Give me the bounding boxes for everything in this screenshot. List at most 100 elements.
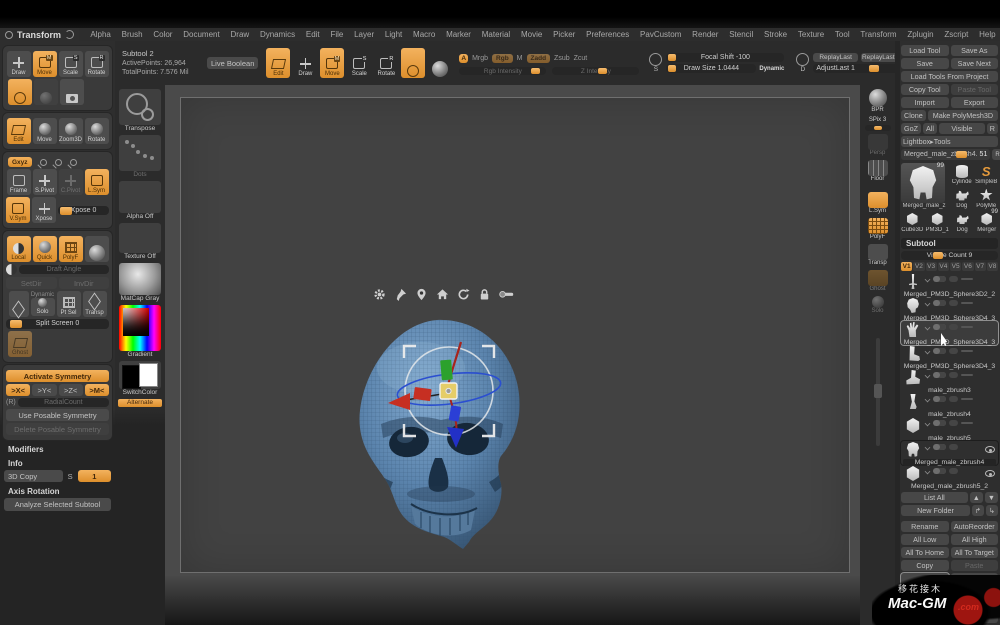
tab-v5[interactable]: V5 [950, 262, 961, 271]
switch-color[interactable]: SwitchColor [118, 361, 162, 397]
zadd-button[interactable]: Zadd [527, 54, 551, 63]
tab-v4[interactable]: V4 [938, 262, 949, 271]
autoreorder-button[interactable]: AutoReorder [951, 521, 999, 532]
menu-color[interactable]: Color [148, 30, 178, 39]
tray-divider[interactable] [895, 41, 900, 625]
copy-3d-button[interactable]: 3D Copy [4, 470, 63, 482]
polyframe-button[interactable]: PolyF [863, 218, 893, 241]
set-pivot-button[interactable]: S.Pivot [33, 169, 57, 195]
switch-icon[interactable] [499, 288, 515, 301]
split-screen-slider[interactable]: Split Screen 0 [6, 319, 109, 329]
viewport-canvas[interactable] [165, 85, 860, 625]
analyze-selected-subtool-button[interactable]: Analyze Selected Subtool [4, 498, 111, 511]
menu-macro[interactable]: Macro [408, 30, 441, 39]
menu-material[interactable]: Material [476, 30, 515, 39]
menu-brush[interactable]: Brush [116, 30, 148, 39]
all-to-target-button[interactable]: All To Target [951, 547, 999, 558]
eye-icon[interactable] [985, 446, 995, 453]
menu-marker[interactable]: Marker [441, 30, 477, 39]
scale-mode-button[interactable]: SScale [59, 51, 83, 77]
current-tool-handle[interactable] [956, 151, 967, 158]
home-icon[interactable] [436, 288, 449, 301]
magnify-icon[interactable] [55, 159, 62, 166]
quick-button[interactable]: Quick [33, 236, 57, 262]
focal-shift-handle[interactable] [668, 54, 676, 61]
tab-v2[interactable]: V2 [913, 262, 924, 271]
canvas-scrollbar[interactable] [876, 338, 880, 446]
document-area[interactable] [180, 97, 850, 573]
transform-palette-header[interactable]: Transform [0, 28, 79, 41]
menu-pavcustom[interactable]: PavCustom [635, 30, 687, 39]
menu-preferences[interactable]: Preferences [581, 30, 635, 39]
xpose-slider[interactable]: Xpose 0 [58, 206, 109, 215]
spix-handle[interactable] [874, 126, 882, 130]
local-symmetry-button[interactable]: L.Sym [863, 192, 893, 215]
stroke-dots[interactable]: Dots [118, 135, 162, 179]
magnify-icon[interactable] [70, 159, 77, 166]
all-to-home-button[interactable]: All To Home [901, 547, 949, 558]
tab-v1[interactable]: V1 [901, 262, 912, 271]
zcut-button[interactable]: Zcut [574, 55, 588, 62]
tool-thumb-cube3d[interactable]: Cube3D [901, 211, 924, 234]
sym-y-button[interactable]: >Y< [32, 384, 56, 396]
axis-rotation-heading[interactable]: Axis Rotation [8, 487, 115, 496]
visible-count-slider[interactable]: Visible Count 9 [901, 251, 998, 260]
refresh-icon[interactable] [65, 30, 74, 39]
load-tool-button[interactable]: Load Tool [901, 45, 949, 56]
insert-button[interactable]: Insert [951, 586, 999, 597]
rename-button[interactable]: Rename [901, 521, 949, 532]
goz-button[interactable]: GoZ [901, 123, 921, 134]
move-down-button[interactable]: ▼ [985, 492, 998, 503]
saturation-box[interactable] [123, 308, 149, 336]
replay-icon[interactable] [796, 53, 809, 66]
menu-file[interactable]: File [325, 30, 349, 39]
subtool-item[interactable]: Merged_PM3D_Sphere3D2_2 [901, 273, 998, 297]
move-mode-button[interactable]: MMove [33, 51, 57, 77]
subtool-item[interactable]: male_zbrush4 [901, 393, 998, 417]
save-as-button[interactable]: Save As [951, 45, 999, 56]
zsub-button[interactable]: Zsub [554, 55, 570, 62]
menu-stroke[interactable]: Stroke [759, 30, 793, 39]
menu-layer[interactable]: Layer [349, 30, 380, 39]
draw-size-slider[interactable]: Draw Size 1.0444 [666, 64, 756, 73]
copy-count-button[interactable]: 1 [78, 470, 111, 482]
copy-tool-button[interactable]: Copy Tool [901, 84, 949, 95]
z-intensity-handle[interactable] [598, 68, 607, 74]
spix-slider-track[interactable] [865, 125, 891, 131]
focal-shift-slider[interactable]: Focal Shift -100 [666, 53, 784, 62]
menu-zplugin[interactable]: Zplugin [902, 30, 939, 39]
pin-icon[interactable] [394, 288, 407, 301]
xpose-slider-handle[interactable] [60, 207, 72, 215]
move-button[interactable]: MMove [320, 48, 344, 78]
tool-thumb-polymesh[interactable]: PolyMe [975, 187, 999, 210]
subtool-item[interactable]: male_zbrush3 [901, 369, 998, 393]
goz-r-button[interactable]: R [987, 123, 998, 134]
move-out-folder-button[interactable]: ↱ [972, 505, 984, 516]
sym-m-button[interactable]: >M< [85, 384, 109, 396]
point-select-button[interactable]: Pt Sel [57, 291, 81, 317]
all-high-button[interactable]: All High [951, 534, 999, 545]
tool-thumb-dog2[interactable]: Dog [951, 211, 974, 234]
edit-button[interactable]: Edit [7, 118, 31, 144]
scale-button[interactable]: SScale [347, 48, 371, 78]
move-in-folder-button[interactable]: ↳ [986, 505, 998, 516]
load-tools-from-project-button[interactable]: Load Tools From Project [901, 71, 998, 82]
menu-stencil[interactable]: Stencil [724, 30, 759, 39]
del-other-button[interactable]: Del Other [951, 599, 999, 610]
lightbox-tools-button[interactable]: Lightbox▸Tools [901, 136, 998, 147]
list-all-button[interactable]: List All [901, 492, 968, 503]
export-button[interactable]: Export [951, 97, 999, 108]
move-up-button[interactable]: ▲ [970, 492, 983, 503]
tool-thumb-cylinder[interactable]: Cylinde [950, 163, 974, 186]
use-posable-symmetry-button[interactable]: Use Posable Symmetry [6, 409, 109, 421]
menu-draw[interactable]: Draw [225, 30, 254, 39]
tool-thumb-simplebrush[interactable]: S SimpleB [975, 163, 999, 186]
anchor-a-button[interactable]: A [459, 54, 468, 63]
texture-selector[interactable]: Texture Off [118, 223, 162, 261]
solo-button[interactable]: Solo [863, 296, 893, 315]
rotate-button[interactable]: RRotate [374, 48, 398, 78]
append-button[interactable]: Append [951, 573, 999, 584]
gyro-toggle-button[interactable] [401, 48, 425, 78]
save-next-button[interactable]: Save Next [951, 58, 999, 69]
solo-button[interactable]: Solo [31, 298, 55, 316]
